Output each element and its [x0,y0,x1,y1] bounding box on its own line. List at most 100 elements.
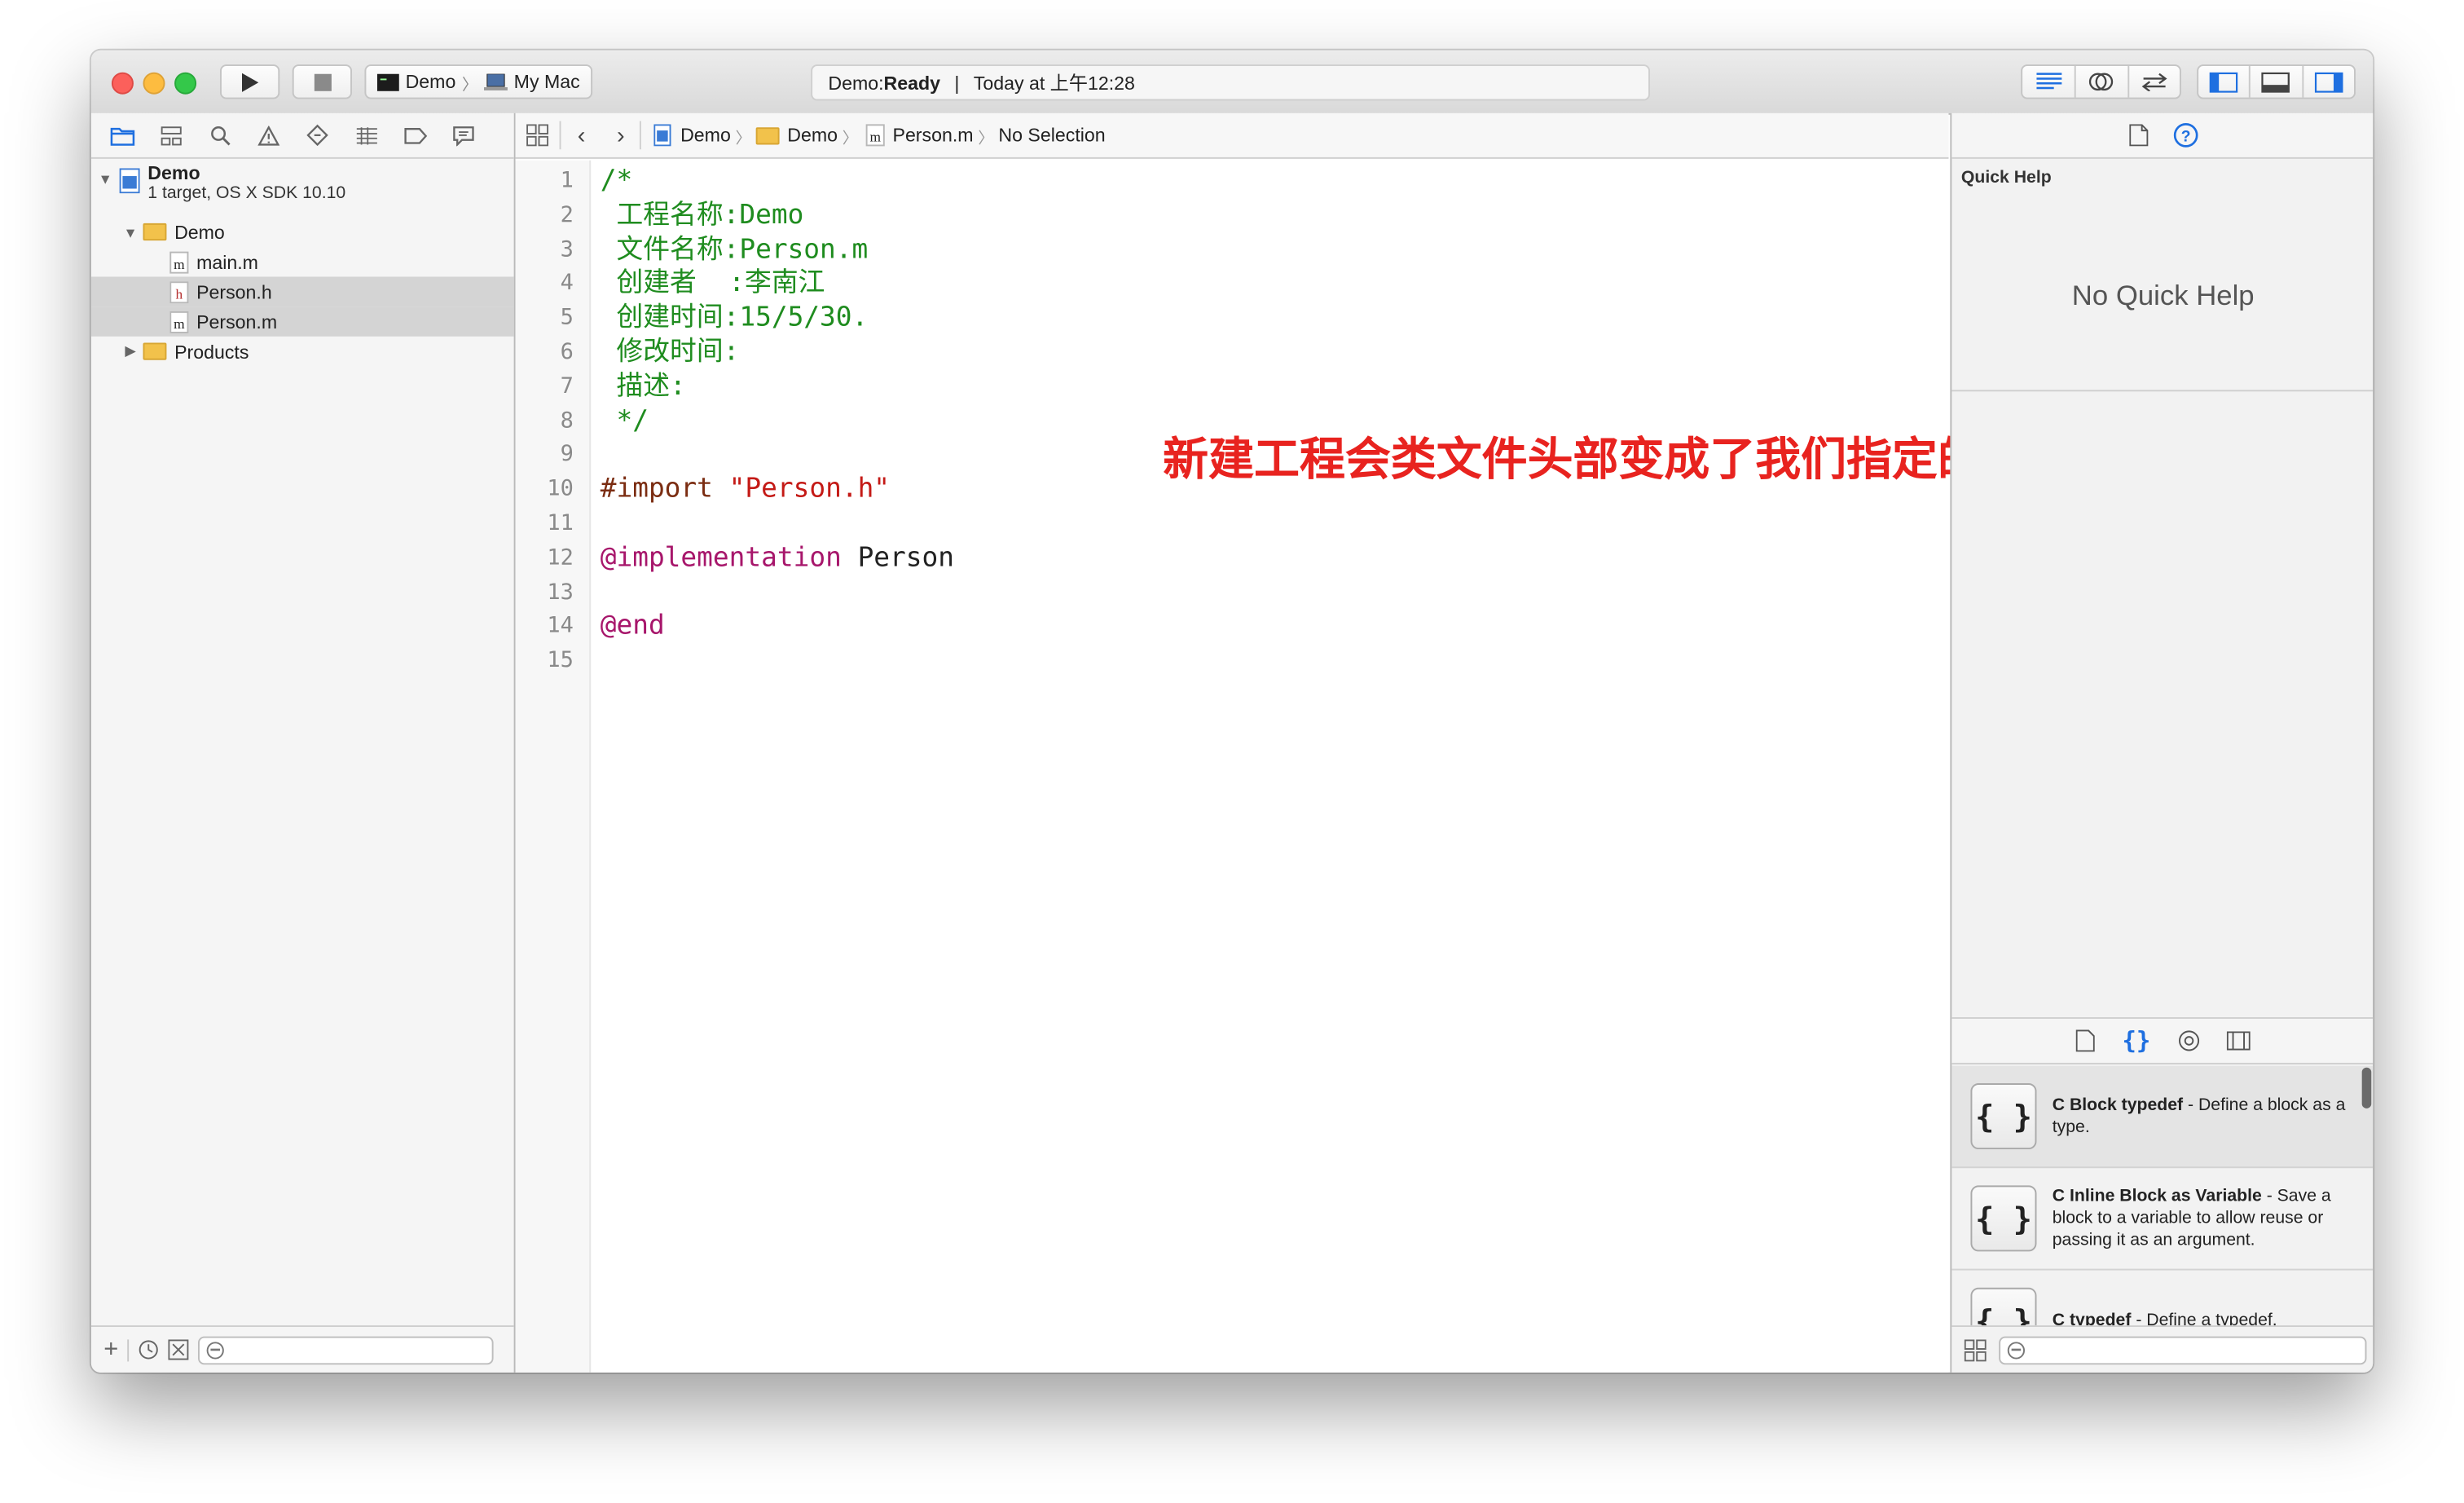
xcode-project-icon [119,168,140,194]
stop-icon [313,73,331,90]
version-editor-button[interactable] [2129,66,2180,98]
quick-help-icon[interactable]: ? [2172,122,2198,148]
header-h-file-icon: h [169,280,189,303]
back-arrow-icon[interactable]: ‹ [561,121,602,148]
recent-files-clock-icon[interactable] [139,1339,159,1360]
run-button[interactable] [220,64,280,99]
library-filter-field[interactable] [1999,1335,2367,1364]
crumb-file[interactable]: Person.m [893,124,974,146]
line-number: 7 [560,373,574,399]
folder-icon[interactable] [107,120,139,152]
bottom-panel-icon [2262,71,2290,92]
editor-mode-control [2021,64,2181,99]
line-number: 1 [560,168,574,194]
code-token: 描述: [600,370,686,403]
crumb-symbol[interactable]: No Selection [998,124,1105,146]
report-icon[interactable] [448,120,480,152]
divider [127,1338,130,1361]
file-tree: ▼ Demo 1 target, OS X SDK 10.10 ▼ Demo m… [90,161,514,367]
code-token: 创建者 :李南江 [600,267,825,300]
inspector-selector-bar: ? [1951,112,2374,159]
tree-item-label: Products [174,340,249,363]
code-line: 文件名称:Person.m [601,232,868,267]
snippet-c-block-typedef[interactable]: { } C Block typedef - Define a block as … [1951,1065,2374,1169]
quick-help-placeholder: No Quick Help [2071,280,2255,311]
laptop-icon [484,73,508,90]
source-control-filter-icon[interactable] [169,1339,190,1360]
assistant-editor-button[interactable] [2076,66,2129,98]
scheme-selector[interactable]: Demo 〉 My Mac [364,64,593,99]
crumb-group[interactable]: Demo [787,124,838,146]
tree-group-demo[interactable]: ▼ Demo [91,217,514,247]
stop-button[interactable] [292,64,353,99]
symbol-hierarchy-icon[interactable] [156,120,187,152]
toggle-navigator-button[interactable] [2198,66,2251,98]
zoom-window-button[interactable] [174,72,197,95]
navigator-selector-bar [90,112,514,159]
close-window-button[interactable] [111,72,134,95]
version-editor-icon [2141,73,2167,91]
crumb-project[interactable]: Demo [680,124,731,146]
object-library-icon[interactable] [2177,1029,2199,1051]
search-icon[interactable] [205,120,236,152]
toggle-utilities-button[interactable] [2303,66,2354,98]
activity-separator: | [954,71,960,94]
add-icon[interactable]: + [103,1336,118,1364]
grid-view-icon[interactable] [1964,1338,1987,1361]
minimize-window-button[interactable] [143,72,165,95]
line-number: 3 [560,236,574,262]
terminal-icon [376,73,399,90]
utilities-pane: ? Quick Help No Quick Help {} { } C Bloc… [1950,112,2374,1373]
snippet-c-inline-block[interactable]: { } C Inline Block as Variable - Save a … [1951,1168,2374,1271]
play-icon [242,72,259,91]
tree-group-products[interactable]: ▶ Products [91,337,514,367]
test-diamond-icon[interactable] [301,120,333,152]
tree-item-label: Demo [174,221,225,244]
tree-file-main-m[interactable]: m main.m [91,247,514,277]
divider [1951,390,2374,392]
disclosure-open-icon[interactable]: ▼ [98,171,113,187]
toggle-debug-area-button[interactable] [2251,66,2303,98]
tree-file-person-h[interactable]: h Person.h [90,276,514,307]
line-number: 4 [560,271,574,297]
warning-icon[interactable] [253,120,285,152]
debug-gauge-icon[interactable] [350,120,382,152]
tree-item-label: main.m [196,250,258,273]
chevron-right-icon: 〉 [978,130,994,148]
snippet-title: C Inline Block as Variable [2052,1187,2262,1206]
tree-project-row[interactable]: ▼ Demo 1 target, OS X SDK 10.10 [91,161,514,217]
forward-arrow-icon[interactable]: › [602,121,640,148]
chevron-right-icon: 〉 [462,76,478,94]
code-line: 描述: [600,369,686,403]
line-number: 12 [547,544,574,571]
breakpoint-icon[interactable] [399,120,431,152]
tree-item-label: Person.h [196,280,272,303]
code-snippet-library-icon[interactable]: {} [2123,1027,2151,1056]
filter-icon [207,1341,225,1359]
code-token: 创建时间:15/5/30. [600,302,869,334]
standard-editor-icon [2035,73,2061,90]
media-library-icon[interactable] [2225,1031,2250,1051]
line-number: 5 [560,305,574,331]
navigator-filter-field[interactable] [198,1335,495,1364]
library-selector-bar: {} [1951,1016,2374,1064]
file-template-library-icon[interactable] [2076,1029,2096,1052]
code-token: 修改时间: [600,336,740,368]
library-scrollbar[interactable] [2361,1067,2372,1109]
scheme-target-label: Demo [405,70,456,93]
file-inspector-icon[interactable] [2128,124,2148,147]
disclosure-open-icon[interactable]: ▼ [122,224,138,240]
annotation-overlay: 新建工程会类文件头部变成了我们指定的格式 [1163,432,2075,487]
related-items-icon[interactable] [516,124,560,147]
objc-m-file-icon: m [865,124,885,147]
disclosure-closed-icon[interactable]: ▶ [122,343,138,360]
project-navigator: ▼ Demo 1 target, OS X SDK 10.10 ▼ Demo m… [90,112,516,1373]
code-token: @end [600,610,665,642]
right-panel-icon [2314,71,2343,92]
scheme-destination-label: My Mac [513,70,580,93]
activity-project: Demo: [828,71,884,94]
code-line: 创建时间:15/5/30. [600,301,869,335]
tree-file-person-m[interactable]: m Person.m [90,306,514,337]
standard-editor-button[interactable] [2022,66,2077,98]
code-line: @implementation Person [601,540,954,575]
